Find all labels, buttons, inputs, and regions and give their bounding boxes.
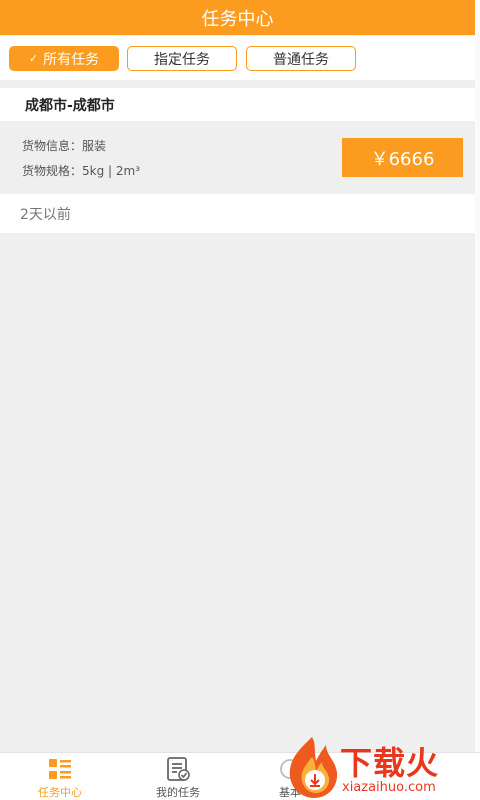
cargo-info: 货物信息：服装 <box>22 139 107 153</box>
task-time: 2天以前 <box>0 194 475 233</box>
right-edge <box>475 0 480 800</box>
task-route[interactable]: 成都市-成都市 <box>0 88 475 121</box>
filter-assigned-tasks-button[interactable]: 指定任务 <box>127 46 237 71</box>
task-list-icon <box>49 759 71 779</box>
filter-all-tasks-button[interactable]: ✓ 所有任务 <box>9 46 119 71</box>
tab-task-center[interactable]: 任务中心 <box>5 753 115 800</box>
flame-logo-icon <box>289 737 338 798</box>
clipboard-check-icon <box>167 757 190 781</box>
filter-normal-tasks-button[interactable]: 普通任务 <box>246 46 356 71</box>
page-title: 任务中心 <box>201 8 274 30</box>
app-header: 任务中心 <box>0 0 475 35</box>
cargo-spec: 货物规格：5kg | 2m³ <box>22 164 141 178</box>
filter-bar: ✓ 所有任务 指定任务 普通任务 <box>0 36 475 80</box>
filter-assigned-label: 指定任务 <box>154 51 210 68</box>
tab-task-center-label: 任务中心 <box>38 786 82 799</box>
price-button[interactable]: ￥6666 <box>342 138 463 177</box>
price-label: ￥6666 <box>370 148 435 170</box>
route-text: 成都市-成都市 <box>25 97 115 114</box>
check-icon: ✓ <box>28 52 39 65</box>
watermark-brand: 下载火 <box>340 744 440 782</box>
task-card[interactable]: 货物信息：服装 货物规格：5kg | 2m³ ￥6666 <box>0 121 475 194</box>
time-text: 2天以前 <box>20 206 71 223</box>
filter-all-label: 所有任务 <box>43 51 100 68</box>
tab-my-tasks[interactable]: 我的任务 <box>123 753 233 800</box>
watermark-logo: 下载火 xiazaihuo.com <box>282 735 480 800</box>
tab-my-tasks-label: 我的任务 <box>156 786 200 799</box>
watermark-url: xiazaihuo.com <box>342 780 436 795</box>
filter-normal-label: 普通任务 <box>273 51 329 68</box>
